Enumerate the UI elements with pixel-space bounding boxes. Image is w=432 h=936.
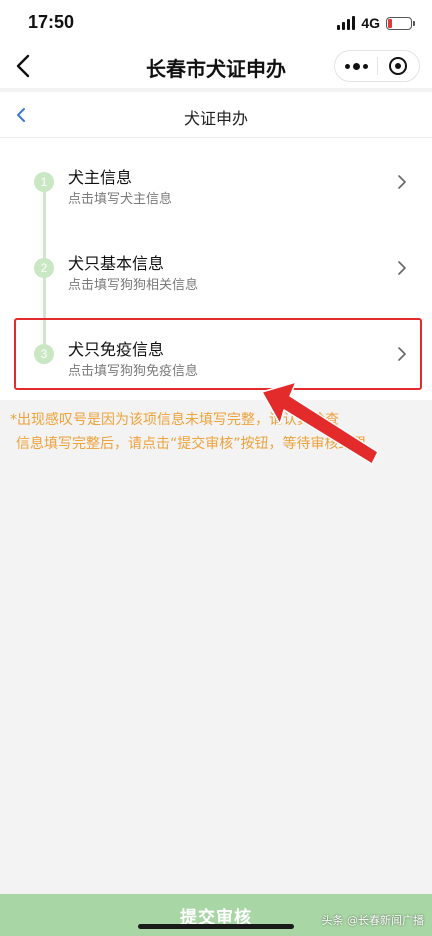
step-dog-basic-info[interactable]: 2 犬只基本信息 点击填写狗狗相关信息 — [18, 236, 418, 300]
highlight-box — [14, 318, 422, 390]
status-time: 17:50 — [28, 12, 75, 32]
step-number: 1 — [34, 172, 54, 192]
capsule-menu — [334, 50, 420, 82]
page-title: 犬证申办 — [183, 109, 248, 128]
step-desc: 点击填写狗狗相关信息 — [68, 278, 199, 293]
battery-icon — [386, 16, 415, 30]
more-dot-icon — [362, 63, 368, 69]
steps-list: 1 犬主信息 点击填写犬主信息 2 犬只基本信息 点击填写狗狗相关信息 3 犬只… — [0, 138, 432, 400]
close-miniprogram-button[interactable] — [378, 51, 419, 81]
signal-icon — [337, 16, 356, 30]
network-type: 4G — [361, 15, 380, 31]
home-indicator — [138, 924, 294, 929]
notice: *出现感叹号是因为该项信息未填写完整，请认真检查 信息填写完整后，请点击“提交审… — [10, 408, 422, 456]
chevron-right-icon — [398, 175, 406, 189]
page-nav: 犬证申办 — [0, 92, 432, 138]
watermark: 头条 @长春新闻广播 — [321, 914, 425, 927]
step-owner-info[interactable]: 1 犬主信息 点击填写犬主信息 — [18, 150, 418, 214]
step-desc: 点击填写犬主信息 — [68, 192, 173, 207]
more-button[interactable] — [335, 51, 377, 81]
step-number: 2 — [34, 258, 54, 278]
chevron-right-icon — [398, 261, 406, 275]
status-bar: 17:50 4G — [0, 0, 432, 44]
more-dot-icon — [344, 63, 350, 69]
step-title: 犬主信息 — [68, 168, 133, 187]
target-icon — [389, 57, 408, 75]
step-title: 犬只基本信息 — [68, 254, 165, 273]
app-header: 长春市犬证申办 — [0, 44, 432, 88]
notice-line: *出现感叹号是因为该项信息未填写完整，请认真检查 — [10, 412, 339, 428]
status-indicators: 4G — [337, 14, 415, 32]
more-dot-icon — [352, 62, 360, 70]
notice-line: 信息填写完整后，请点击“提交审核”按钮，等待审核结果 — [16, 436, 367, 452]
